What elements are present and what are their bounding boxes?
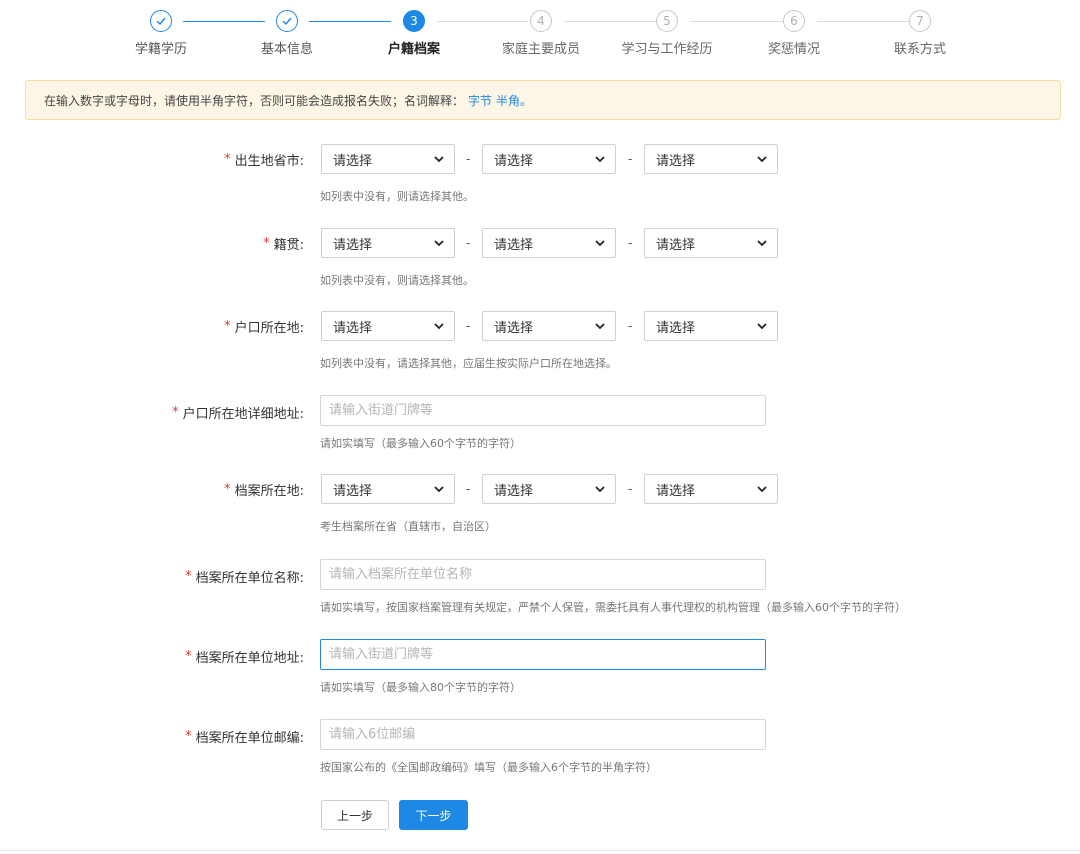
- halfwidth-link[interactable]: 半角。: [496, 92, 532, 109]
- separator: -: [466, 152, 471, 166]
- chevron-down-icon: [434, 486, 444, 493]
- chevron-down-icon: [434, 323, 444, 330]
- birthplace-province-select[interactable]: 请选择: [321, 144, 455, 174]
- step-number: 4: [530, 10, 552, 32]
- native-place-hint: 如列表中没有，则请选择其他。: [320, 274, 474, 287]
- household-location-label: * 户口所在地:: [224, 318, 304, 336]
- household-address-input[interactable]: [320, 395, 766, 426]
- chevron-down-icon: [595, 323, 605, 330]
- step-number: 6: [783, 10, 805, 32]
- birthplace-district-select[interactable]: 请选择: [644, 144, 778, 174]
- step-label: 学籍学历: [134, 42, 187, 57]
- step-number: 5: [656, 10, 678, 32]
- separator: -: [628, 152, 633, 166]
- native-place-district-select[interactable]: 请选择: [644, 228, 778, 258]
- required-mark: *: [224, 151, 231, 167]
- archive-unit-postcode-hint: 按国家公布的《全国邮政编码》填写（最多输入6个字节的半角字符）: [320, 761, 657, 774]
- archive-unit-address-row: * 档案所在单位地址:: [0, 639, 1080, 673]
- separator: -: [466, 236, 471, 250]
- archive-unit-postcode-input[interactable]: [320, 719, 766, 750]
- chevron-down-icon: [434, 156, 444, 163]
- separator: -: [466, 482, 471, 496]
- step-indicator: 学籍学历 基本信息 3 户籍档案 4 家庭主要成员 5 学习与工作经历 6 奖惩…: [0, 0, 1080, 70]
- step-7: 7 联系方式: [860, 10, 980, 57]
- household-province-select[interactable]: 请选择: [321, 311, 455, 341]
- archive-unit-name-label: * 档案所在单位名称:: [185, 568, 304, 586]
- chevron-down-icon: [757, 486, 767, 493]
- byte-link[interactable]: 字节: [468, 92, 492, 109]
- chevron-down-icon: [595, 156, 605, 163]
- archive-unit-postcode-row: * 档案所在单位邮编:: [0, 719, 1080, 753]
- required-mark: *: [172, 404, 179, 420]
- notice-text: 在输入数字或字母时，请使用半角字符，否则可能会造成报名失败；名词解释：: [44, 93, 465, 108]
- archive-location-row: * 档案所在地: 请选择 - 请选择 - 请选择: [0, 472, 1080, 506]
- required-mark: *: [224, 481, 231, 497]
- step-label: 户籍档案: [387, 42, 440, 57]
- step-6: 6 奖惩情况: [734, 10, 854, 57]
- step-5: 5 学习与工作经历: [607, 10, 727, 57]
- archive-unit-name-row: * 档案所在单位名称:: [0, 559, 1080, 593]
- required-mark: *: [185, 648, 192, 664]
- household-address-label: * 户口所在地详细地址:: [172, 404, 304, 422]
- check-icon: [276, 10, 298, 32]
- native-place-label: * 籍贯:: [263, 235, 304, 253]
- household-address-row: * 户口所在地详细地址:: [0, 395, 1080, 429]
- birthplace-label: * 出生地省市:: [224, 151, 304, 169]
- check-icon: [150, 10, 172, 32]
- household-city-select[interactable]: 请选择: [482, 311, 616, 341]
- step-label: 奖惩情况: [767, 42, 820, 57]
- archive-location-label: * 档案所在地:: [224, 481, 304, 499]
- halfwidth-notice: 在输入数字或字母时，请使用半角字符，否则可能会造成报名失败；名词解释： 字节 半…: [25, 80, 1061, 120]
- archive-unit-address-label: * 档案所在单位地址:: [185, 648, 304, 666]
- chevron-down-icon: [757, 323, 767, 330]
- chevron-down-icon: [757, 240, 767, 247]
- archive-unit-address-hint: 请如实填写（最多输入80个字节的字符）: [320, 681, 521, 694]
- required-mark: *: [224, 318, 231, 334]
- next-step-button[interactable]: 下一步: [399, 800, 468, 830]
- step-number: 3: [403, 10, 425, 32]
- previous-step-button[interactable]: 上一步: [321, 800, 389, 830]
- step-1: 学籍学历: [101, 10, 221, 57]
- birthplace-city-select[interactable]: 请选择: [482, 144, 616, 174]
- chevron-down-icon: [595, 486, 605, 493]
- archive-city-select[interactable]: 请选择: [482, 474, 616, 504]
- required-mark: *: [263, 235, 270, 251]
- separator: -: [628, 482, 633, 496]
- chevron-down-icon: [757, 156, 767, 163]
- step-2: 基本信息: [227, 10, 347, 57]
- step-number: 7: [909, 10, 931, 32]
- native-place-city-select[interactable]: 请选择: [482, 228, 616, 258]
- step-4: 4 家庭主要成员: [481, 10, 601, 57]
- archive-unit-postcode-label: * 档案所在单位邮编:: [185, 728, 304, 746]
- step-label: 基本信息: [260, 42, 313, 57]
- chevron-down-icon: [595, 240, 605, 247]
- birthplace-row: * 出生地省市: 请选择 - 请选择 - 请选择: [0, 142, 1080, 176]
- required-mark: *: [185, 568, 192, 584]
- native-place-row: * 籍贯: 请选择 - 请选择 - 请选择: [0, 226, 1080, 260]
- household-district-select[interactable]: 请选择: [644, 311, 778, 341]
- archive-unit-name-hint: 请如实填写，按国家档案管理有关规定，严禁个人保管，需委托具有人事代理权的机构管理…: [320, 601, 906, 614]
- archive-district-select[interactable]: 请选择: [644, 474, 778, 504]
- chevron-down-icon: [434, 240, 444, 247]
- separator: -: [628, 319, 633, 333]
- household-location-hint: 如列表中没有，请选择其他，应届生按实际户口所在地选择。: [320, 357, 617, 370]
- step-label: 家庭主要成员: [501, 42, 580, 57]
- native-place-province-select[interactable]: 请选择: [321, 228, 455, 258]
- step-label: 学习与工作经历: [621, 42, 713, 57]
- step-3: 3 户籍档案: [354, 10, 474, 57]
- step-label: 联系方式: [893, 42, 946, 57]
- household-location-row: * 户口所在地: 请选择 - 请选择 - 请选择: [0, 309, 1080, 343]
- archive-unit-address-input[interactable]: [320, 639, 766, 670]
- required-mark: *: [185, 728, 192, 744]
- archive-unit-name-input[interactable]: [320, 559, 766, 590]
- archive-location-hint: 考生档案所在省（直辖市，自治区）: [320, 520, 496, 533]
- household-address-hint: 请如实填写（最多输入60个字节的字符）: [320, 437, 521, 450]
- separator: -: [628, 236, 633, 250]
- divider: [0, 850, 1080, 851]
- archive-province-select[interactable]: 请选择: [321, 474, 455, 504]
- separator: -: [466, 319, 471, 333]
- birthplace-hint: 如列表中没有，则请选择其他。: [320, 190, 474, 203]
